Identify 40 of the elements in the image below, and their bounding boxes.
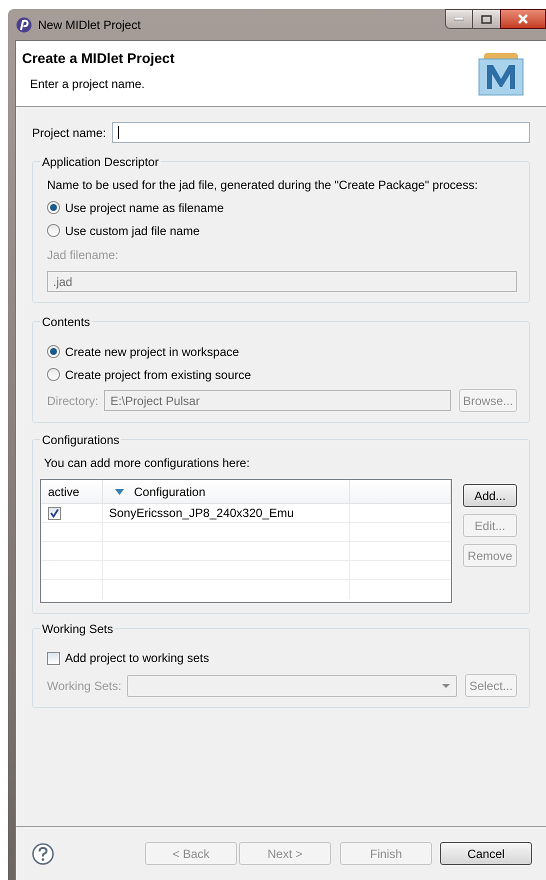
field-label: Project name: (32, 124, 106, 142)
input-field[interactable] (112, 122, 530, 143)
window-title: New MIDlet Project (38, 16, 141, 34)
column-header[interactable]: active (41, 480, 103, 503)
radio-button[interactable] (47, 368, 60, 381)
option-label: Use custom jad file name (65, 222, 200, 240)
checkbox-label: Add project to working sets (65, 650, 210, 667)
radio-button[interactable] (47, 201, 60, 214)
sort-arrow-icon (115, 488, 124, 494)
folder-letter-icon (476, 51, 526, 97)
minimize-button[interactable] (445, 9, 473, 29)
action-button[interactable]: Add... (463, 484, 517, 507)
field-label: Jad filename: (46, 247, 120, 264)
column-label: Configuration (134, 484, 206, 500)
close-icon (517, 14, 529, 24)
page-subtitle: Enter a project name. (29, 76, 146, 93)
option-label: Create project from existing source (65, 366, 252, 384)
field-label: Working Sets: (47, 678, 122, 694)
checkbox[interactable] (47, 652, 60, 664)
help-icon[interactable] (32, 842, 54, 864)
text-cursor (118, 126, 120, 139)
column-label: active (48, 484, 80, 500)
checkbox[interactable] (48, 506, 61, 520)
minimize-icon (454, 17, 464, 21)
field-label: Directory: (47, 392, 98, 410)
caret-icon (442, 684, 450, 688)
close-button[interactable] (500, 9, 546, 29)
maximize-icon (481, 14, 492, 24)
maximize-button[interactable] (473, 9, 500, 29)
page-title: Create a MIDlet Project (22, 49, 174, 68)
radio-button[interactable] (47, 345, 60, 358)
table-cell-text: SonyEricsson_JP8_240x320_Emu (109, 505, 294, 522)
description-text: You can add more configurations here: (43, 455, 251, 472)
action-button[interactable]: Cancel (440, 842, 532, 865)
app-logo-icon (16, 16, 32, 32)
radio-button[interactable] (47, 224, 60, 237)
option-label: Create new project in workspace (65, 344, 240, 360)
description-text: Name to be used for the jad file, generated during the "Create Package" process: (46, 177, 479, 194)
column-header[interactable]: Configuration (103, 480, 350, 503)
option-label: Use project name as filename (65, 200, 224, 216)
